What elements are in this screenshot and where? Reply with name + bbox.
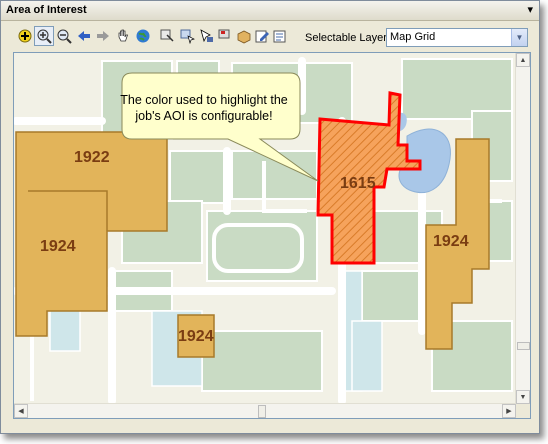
- zoom-in-icon[interactable]: [34, 26, 54, 46]
- pan-hand-icon[interactable]: [113, 26, 133, 46]
- zoom-out-icon[interactable]: [54, 26, 74, 46]
- parcel-label-1615: 1615: [340, 175, 376, 192]
- flag-icon[interactable]: [214, 26, 234, 46]
- scrollbar-corner: [516, 404, 530, 418]
- parcel-label-1924-west: 1924: [40, 238, 76, 255]
- vertical-scrollbar[interactable]: ▲ ▼: [515, 53, 530, 404]
- scroll-right-icon[interactable]: ▶: [502, 404, 516, 418]
- selectable-layer-dropdown[interactable]: Map Grid ▼: [386, 28, 528, 47]
- parcel-label-1924-east: 1924: [433, 233, 469, 250]
- vertical-scroll-thumb[interactable]: [517, 342, 530, 350]
- area-of-interest-window: Area of Interest ▾ Selectable Layer: Map…: [0, 0, 540, 434]
- globe-icon[interactable]: [133, 26, 153, 46]
- horizontal-scroll-thumb[interactable]: [258, 405, 266, 418]
- box-icon[interactable]: [234, 26, 254, 46]
- parcel-label-1924-south: 1924: [178, 328, 214, 345]
- scroll-left-icon[interactable]: ◀: [14, 404, 28, 418]
- select-pointer-icon[interactable]: [196, 26, 216, 46]
- scroll-down-icon[interactable]: ▼: [516, 390, 530, 404]
- panel-title: Area of Interest: [6, 4, 87, 16]
- pin-icon[interactable]: ▾: [527, 3, 533, 16]
- parcel-label-1922: 1922: [74, 149, 110, 166]
- back-arrow-icon[interactable]: [74, 26, 94, 46]
- forward-arrow-icon[interactable]: [93, 26, 113, 46]
- selectable-layer-label: Selectable Layer:: [305, 32, 390, 44]
- toolbar: Selectable Layer: Map Grid ▼: [1, 21, 539, 49]
- select-features-icon[interactable]: [157, 26, 177, 46]
- add-icon[interactable]: [15, 26, 35, 46]
- panel-title-bar: Area of Interest ▾: [1, 1, 539, 21]
- scroll-up-icon[interactable]: ▲: [516, 53, 530, 67]
- selectable-layer-value: Map Grid: [390, 31, 436, 43]
- callout-text: The color used to highlight the job's AO…: [120, 93, 288, 123]
- edit-list-icon[interactable]: [270, 26, 290, 46]
- edit-pencil-icon[interactable]: [252, 26, 272, 46]
- select-by-rect-icon[interactable]: [177, 26, 197, 46]
- horizontal-scrollbar[interactable]: ◀ ▶: [14, 403, 516, 418]
- chevron-down-icon[interactable]: ▼: [511, 29, 527, 46]
